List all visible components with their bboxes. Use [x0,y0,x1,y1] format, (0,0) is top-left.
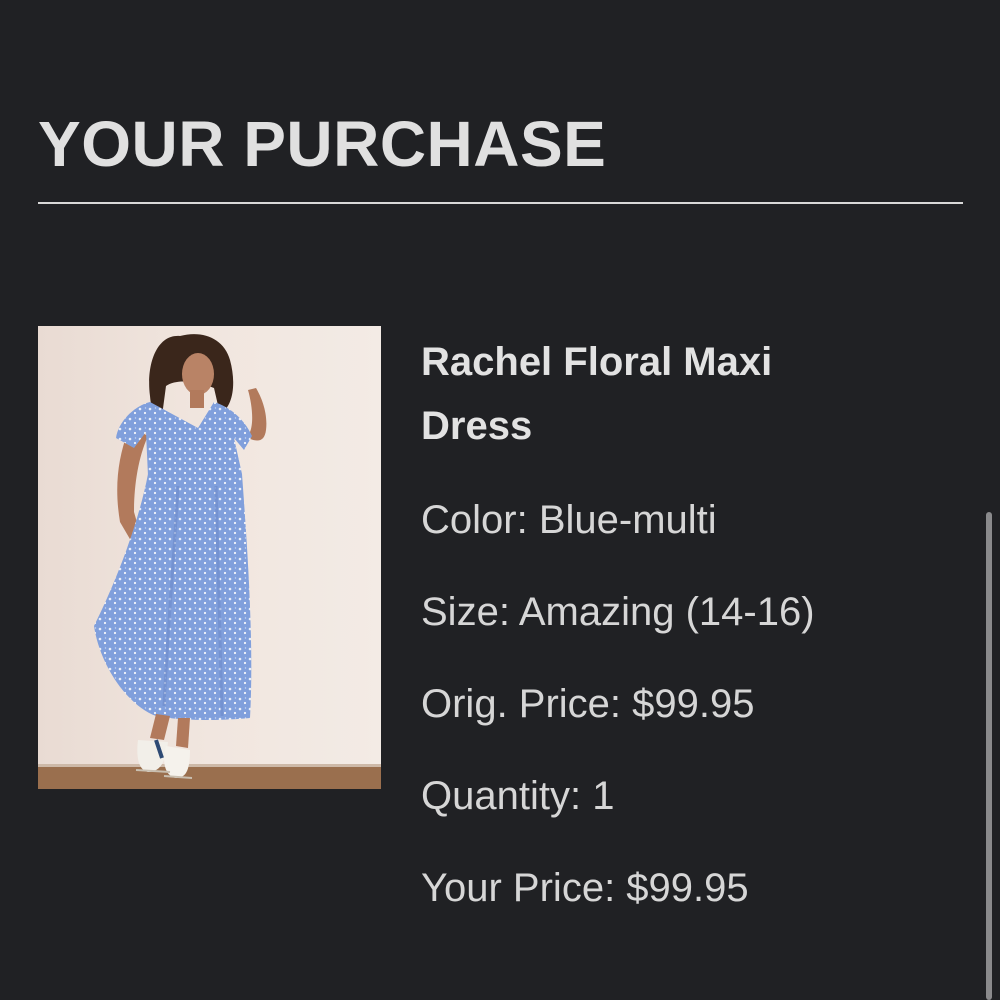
product-details: Rachel Floral Maxi Dress Color: Blue-mul… [421,330,891,908]
title-divider [38,202,963,204]
quantity: Quantity: 1 [421,774,615,818]
product-name[interactable]: Rachel Floral Maxi Dress [421,330,891,458]
product-size: Size: Amazing (14-16) [421,590,815,634]
product-image[interactable] [38,326,381,789]
product-color: Color: Blue-multi [421,498,717,542]
scrollbar-thumb[interactable] [986,512,992,1000]
original-price: Orig. Price: $99.95 [421,682,755,726]
section-title: YOUR PURCHASE [38,108,607,180]
your-price: Your Price: $99.95 [421,866,749,910]
